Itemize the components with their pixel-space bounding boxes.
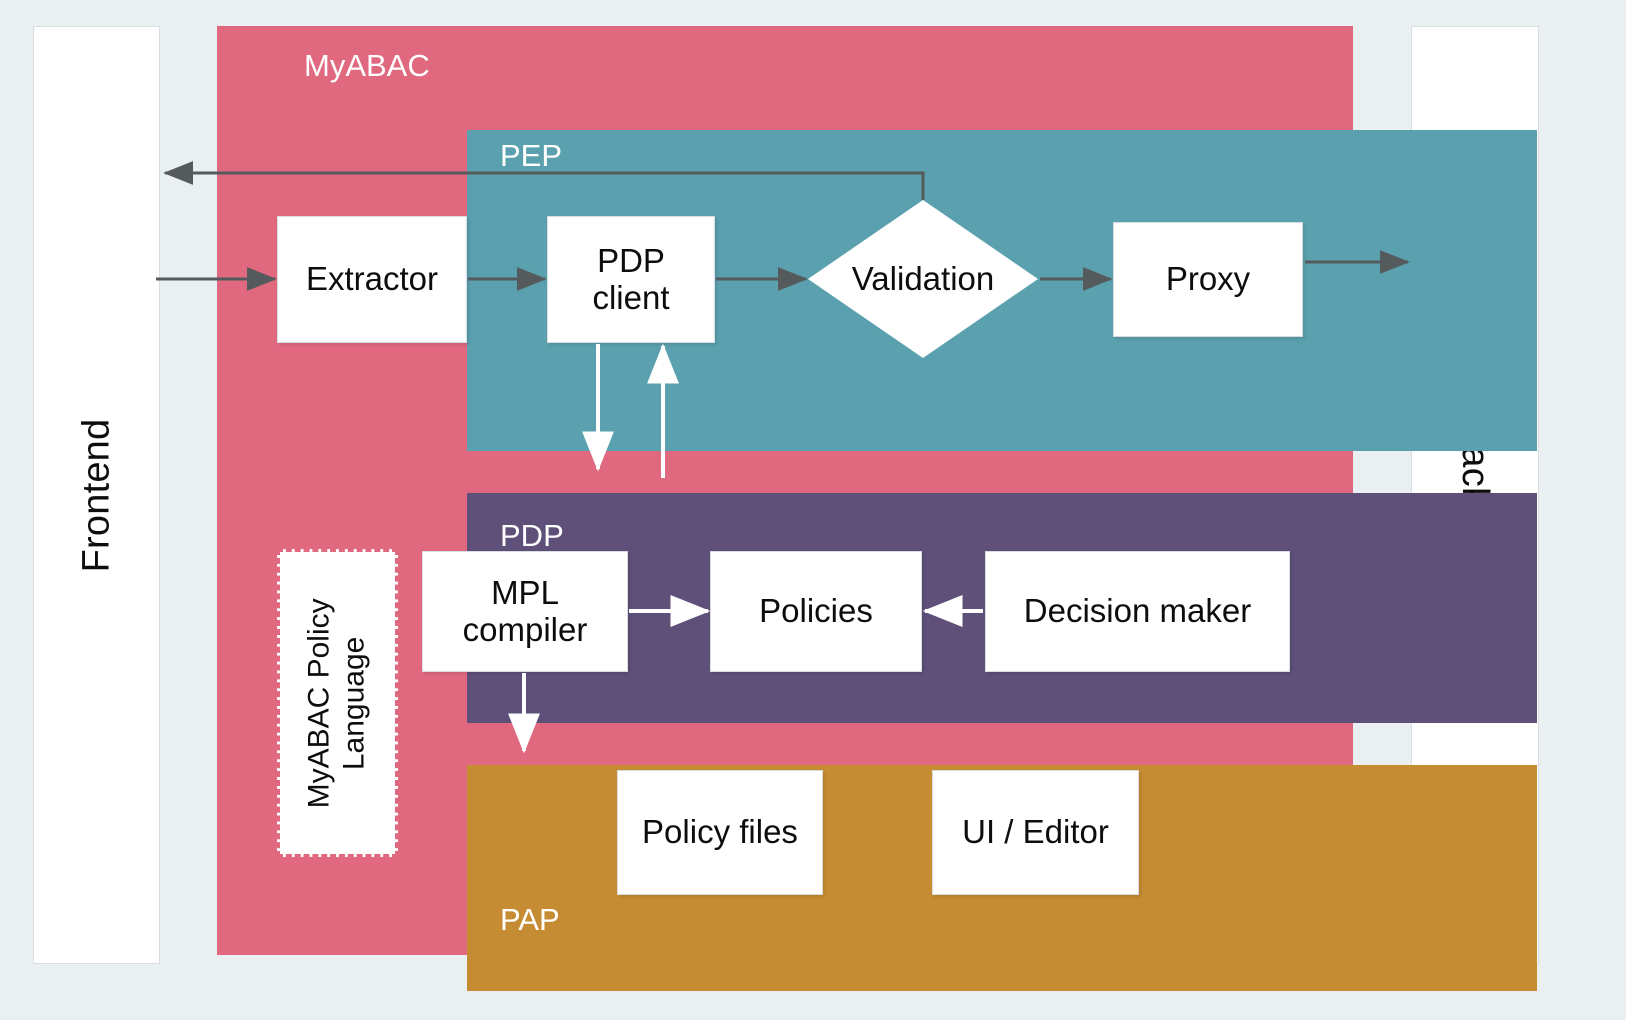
node-pdp-client[interactable]: PDP client	[547, 216, 715, 343]
node-proxy-label: Proxy	[1165, 260, 1251, 298]
node-ui-editor[interactable]: UI / Editor	[932, 770, 1139, 895]
pdp-label: PDP	[500, 518, 564, 553]
frontend-panel[interactable]: Frontend	[33, 26, 160, 964]
node-pdp-client-line1: PDP	[597, 241, 665, 279]
node-mpl-compiler-line1: MPL	[491, 573, 559, 611]
pap-label: PAP	[500, 902, 560, 937]
node-myabac-policy-language-label: MyABAC Policy Language	[302, 598, 373, 808]
node-validation[interactable]: Validation	[808, 200, 1038, 358]
node-pdp-client-line2: client	[592, 278, 670, 316]
policy-language-line1: MyABAC Policy	[303, 597, 337, 809]
node-policies[interactable]: Policies	[710, 551, 922, 672]
node-ui-editor-label: UI / Editor	[962, 813, 1109, 851]
frontend-label: Frontend	[75, 418, 118, 572]
node-extractor-label: Extractor	[305, 260, 439, 298]
node-decision-maker[interactable]: Decision maker	[985, 551, 1290, 672]
diagram-canvas: Frontend Backend MyABAC PEP PDP PAP Extr…	[0, 0, 1626, 1020]
pep-label: PEP	[500, 138, 563, 173]
node-policies-label: Policies	[759, 592, 873, 630]
node-myabac-policy-language[interactable]: MyABAC Policy Language	[277, 549, 398, 857]
node-extractor[interactable]: Extractor	[277, 216, 467, 343]
node-policy-files[interactable]: Policy files	[617, 770, 823, 895]
policy-language-line2: Language	[338, 636, 372, 770]
myabac-title: MyABAC	[304, 48, 430, 83]
node-mpl-compiler-label: MPL compiler	[462, 573, 588, 649]
node-mpl-compiler[interactable]: MPL compiler	[422, 551, 628, 672]
node-decision-maker-label: Decision maker	[1023, 592, 1252, 630]
node-mpl-compiler-line2: compiler	[462, 610, 588, 648]
node-policy-files-label: Policy files	[642, 813, 798, 851]
node-validation-label: Validation	[851, 260, 995, 297]
node-pdp-client-label: PDP client	[592, 241, 670, 317]
node-proxy[interactable]: Proxy	[1113, 222, 1303, 337]
